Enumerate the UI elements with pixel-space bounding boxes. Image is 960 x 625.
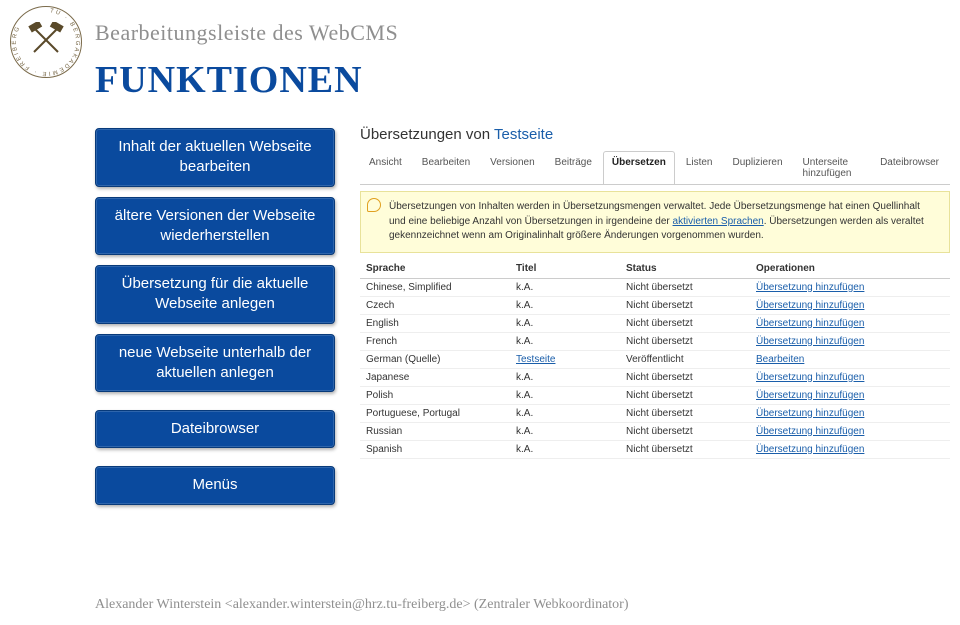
tab-ansicht[interactable]: Ansicht [360,151,411,184]
cell-status: Nicht übersetzt [620,314,750,332]
cell-operation: Übersetzung hinzufügen [750,332,950,350]
table-row: Chinese, Simplifiedk.A.Nicht übersetzt Üb… [360,278,950,296]
func-menus[interactable]: Menüs [95,466,335,504]
cell-status: Nicht übersetzt [620,404,750,422]
cell-language: Spanish [360,440,510,458]
info-box: Übersetzungen von Inhalten werden in Übe… [360,191,950,253]
cell-title: k.A. [510,368,620,386]
operation-link[interactable]: Übersetzung hinzufügen [756,300,864,311]
table-row: Spanishk.A.Nicht übersetzt Übersetzung hi… [360,440,950,458]
cell-status: Nicht übersetzt [620,386,750,404]
tab-unterseite-hinzufügen[interactable]: Unterseite hinzufügen [794,151,870,184]
cell-operation: Bearbeiten [750,350,950,368]
cell-status: Veröffentlicht [620,350,750,368]
table-header-row: Sprache Titel Status Operationen [360,259,950,279]
cell-language: French [360,332,510,350]
cell-status: Nicht übersetzt [620,368,750,386]
cell-operation: Übersetzung hinzufügen [750,368,950,386]
tab-duplizieren[interactable]: Duplizieren [724,151,792,184]
operation-link[interactable]: Übersetzung hinzufügen [756,444,864,455]
table-row: Russiank.A.Nicht übersetzt Übersetzung hi… [360,422,950,440]
col-operations: Operationen [750,259,950,279]
tab-übersetzen[interactable]: Übersetzen [603,151,675,184]
cell-operation: Übersetzung hinzufügen [750,404,950,422]
function-list: Inhalt der aktuellen Webseite bearbeiten… [95,128,335,515]
tab-listen[interactable]: Listen [677,151,722,184]
cell-operation: Übersetzung hinzufügen [750,296,950,314]
func-restore-versions[interactable]: ältere Versionen der Webseite wiederhers… [95,197,335,256]
cell-status: Nicht übersetzt [620,296,750,314]
slide-subtitle: Bearbeitungsleiste des WebCMS [95,20,398,46]
cell-title: k.A. [510,386,620,404]
table-row: Polishk.A.Nicht übersetzt Übersetzung hin… [360,386,950,404]
cell-operation: Übersetzung hinzufügen [750,440,950,458]
tab-versionen[interactable]: Versionen [481,151,543,184]
university-logo: TU · BERGAKADEMIE · FREIBERG [10,6,82,78]
cell-language: Portuguese, Portugal [360,404,510,422]
operation-link[interactable]: Übersetzung hinzufügen [756,282,864,293]
cell-language: Russian [360,422,510,440]
cell-language: Chinese, Simplified [360,278,510,296]
footer-credit: Alexander Winterstein <alexander.winters… [95,597,629,613]
operation-link[interactable]: Übersetzung hinzufügen [756,318,864,329]
cell-title: k.A. [510,440,620,458]
cell-operation: Übersetzung hinzufügen [750,386,950,404]
cell-title: k.A. [510,422,620,440]
cell-title: Testseite [510,350,620,368]
cell-operation: Übersetzung hinzufügen [750,422,950,440]
operation-link[interactable]: Übersetzung hinzufügen [756,426,864,437]
cell-operation: Übersetzung hinzufügen [750,278,950,296]
activated-languages-link[interactable]: aktivierten Sprachen [673,216,764,227]
table-row: German (Quelle) Testseite Veröffentlicht Be… [360,350,950,368]
cell-status: Nicht übersetzt [620,332,750,350]
cell-title: k.A. [510,296,620,314]
tab-dateibrowser[interactable]: Dateibrowser [871,151,948,184]
cell-status: Nicht übersetzt [620,422,750,440]
speech-bubble-icon [367,198,381,212]
cell-language: Polish [360,386,510,404]
tab-bearbeiten[interactable]: Bearbeiten [413,151,479,184]
logo-ring-text: TU · BERGAKADEMIE · FREIBERG [10,6,82,78]
operation-link[interactable]: Übersetzung hinzufügen [756,408,864,419]
tab-beiträge[interactable]: Beiträge [546,151,601,184]
table-row: Japanesek.A.Nicht übersetzt Übersetzung h… [360,368,950,386]
func-filebrowser[interactable]: Dateibrowser [95,410,335,448]
cell-status: Nicht übersetzt [620,278,750,296]
func-edit-content[interactable]: Inhalt der aktuellen Webseite bearbeiten [95,128,335,187]
operation-link[interactable]: Übersetzung hinzufügen [756,372,864,383]
table-row: Czechk.A.Nicht übersetzt Übersetzung hinz… [360,296,950,314]
col-status: Status [620,259,750,279]
table-row: Frenchk.A.Nicht übersetzt Übersetzung hin… [360,332,950,350]
table-row: Portuguese, Portugalk.A.Nicht übersetzt Ü… [360,404,950,422]
col-title: Titel [510,259,620,279]
func-new-subpage[interactable]: neue Webseite unterhalb der aktuellen an… [95,334,335,393]
cell-title: k.A. [510,314,620,332]
cms-screenshot: Übersetzungen von Testseite AnsichtBearb… [360,126,950,459]
cell-language: German (Quelle) [360,350,510,368]
cell-language: Japanese [360,368,510,386]
cell-language: English [360,314,510,332]
cell-status: Nicht übersetzt [620,440,750,458]
func-add-translation[interactable]: Übersetzung für die aktuelle Webseite an… [95,265,335,324]
cell-title: k.A. [510,332,620,350]
col-language: Sprache [360,259,510,279]
heading-page-link[interactable]: Testseite [494,126,553,143]
heading-prefix: Übersetzungen von [360,126,494,143]
table-row: Englishk.A.Nicht übersetzt Übersetzung hi… [360,314,950,332]
cell-title: k.A. [510,278,620,296]
svg-text:TU · BERGAKADEMIE · FREIBERG: TU · BERGAKADEMIE · FREIBERG [12,8,80,76]
cell-language: Czech [360,296,510,314]
operation-link[interactable]: Bearbeiten [756,354,804,365]
operation-link[interactable]: Übersetzung hinzufügen [756,390,864,401]
tabs-row: AnsichtBearbeitenVersionenBeiträgeÜberse… [360,151,950,185]
title-link[interactable]: Testseite [516,354,555,365]
cell-title: k.A. [510,404,620,422]
slide-title: FUNKTIONEN [95,58,363,102]
translations-heading: Übersetzungen von Testseite [360,126,950,143]
cell-operation: Übersetzung hinzufügen [750,314,950,332]
operation-link[interactable]: Übersetzung hinzufügen [756,336,864,347]
translations-table: Sprache Titel Status Operationen Chinese… [360,259,950,459]
